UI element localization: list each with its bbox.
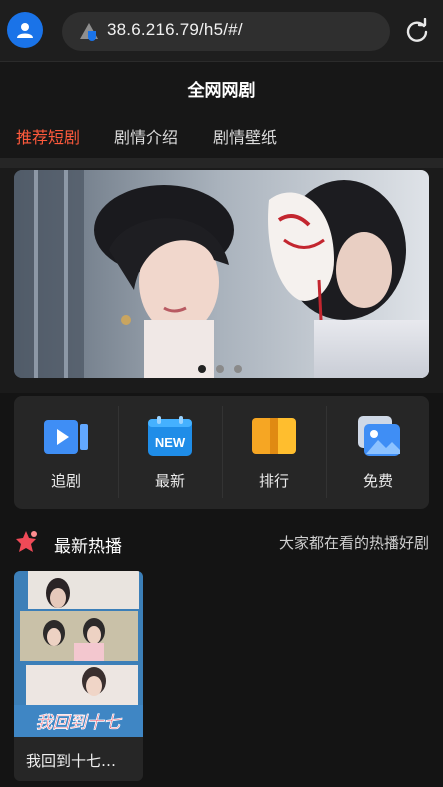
profile-avatar[interactable]	[7, 12, 43, 48]
ranking-icon	[252, 418, 296, 454]
hot-star-icon	[16, 531, 37, 552]
quick-nav-ranking[interactable]: 排行	[222, 396, 326, 509]
person-icon	[17, 23, 33, 38]
tab-plot-intro[interactable]: 剧情介绍	[114, 124, 178, 148]
tab-recommended[interactable]: 推荐短剧	[16, 124, 80, 148]
refresh-icon[interactable]	[404, 18, 430, 44]
site-info-icon[interactable]	[78, 21, 100, 43]
category-tabs: 推荐短剧 剧情介绍 剧情壁纸	[0, 110, 443, 158]
drama-title[interactable]: 我回到十七…	[26, 750, 136, 771]
page-title: 全网网剧	[187, 81, 256, 101]
quick-nav-label: 排行	[258, 472, 289, 490]
drama-card[interactable]: 我回到十七 我回到十七…	[14, 571, 143, 781]
url-text[interactable]: 38.6.216.79/h5/#/	[107, 20, 243, 40]
carousel-indicator	[198, 358, 252, 377]
quick-nav-label: 免费	[362, 472, 393, 490]
section-header: 最新热播 大家都在看的热播好剧	[0, 520, 443, 564]
new-badge: NEW	[155, 435, 186, 450]
quick-nav-label: 最新	[154, 472, 185, 490]
play-video-icon	[44, 420, 88, 454]
poster-title: 我回到十七	[36, 713, 123, 733]
address-bar[interactable]: 38.6.216.79/h5/#/	[62, 12, 390, 51]
carousel-dot[interactable]	[216, 365, 224, 373]
quick-nav-latest[interactable]: NEW 最新	[118, 396, 222, 509]
banner-image[interactable]	[14, 170, 429, 378]
section-subtitle[interactable]: 大家都在看的热播好剧	[279, 532, 429, 553]
browser-toolbar: 38.6.216.79/h5/#/	[0, 0, 443, 62]
quick-nav-label: 追剧	[50, 472, 81, 490]
quick-nav-free[interactable]: 免费	[326, 396, 430, 509]
new-calendar-icon: NEW	[148, 416, 192, 456]
tab-wallpapers[interactable]: 剧情壁纸	[213, 124, 277, 148]
page-header: 全网网剧	[0, 62, 443, 110]
divider	[0, 158, 443, 168]
carousel-dot[interactable]	[234, 365, 242, 373]
carousel-dot[interactable]	[198, 365, 206, 373]
drama-poster[interactable]: 我回到十七	[14, 571, 143, 737]
quick-nav-follow[interactable]: 追剧	[14, 396, 118, 509]
banner-carousel[interactable]	[14, 170, 429, 378]
quick-nav-panel: 追剧 NEW 最新 排行 免费	[14, 396, 429, 509]
section-title: 最新热播	[54, 537, 122, 557]
free-image-icon	[358, 416, 400, 456]
